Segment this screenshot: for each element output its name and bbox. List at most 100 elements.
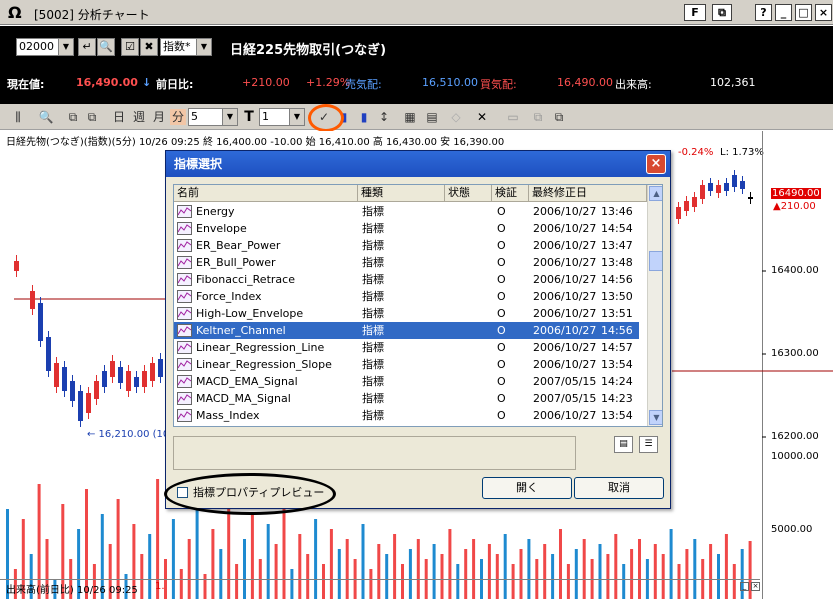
row-type: 指標 bbox=[362, 307, 384, 320]
list-item[interactable]: Force_Index 指標 O 2006/10/27 13:50 bbox=[174, 288, 639, 305]
list-item[interactable]: Mass_Index 指標 O 2006/10/27 13:54 bbox=[174, 407, 639, 424]
row-date: 2006/10/27 bbox=[533, 307, 597, 320]
row-time: 13:48 bbox=[601, 256, 633, 269]
enter-icon[interactable]: ↵ bbox=[78, 38, 96, 56]
period-minute[interactable]: 分 bbox=[170, 109, 186, 125]
checkbox-icon[interactable]: ☑ bbox=[121, 38, 139, 56]
row-time: 13:54 bbox=[601, 358, 633, 371]
minimize-button[interactable]: _ bbox=[775, 4, 792, 21]
row-time: 14:56 bbox=[601, 324, 633, 337]
minute-select[interactable]: 5 ▼ bbox=[188, 108, 238, 126]
description-box bbox=[173, 436, 576, 470]
cancel-button[interactable]: 取消 bbox=[574, 477, 664, 499]
col-name[interactable]: 名前 bbox=[174, 185, 358, 202]
candle bbox=[676, 207, 681, 219]
search-icon[interactable]: 🔍 bbox=[97, 38, 115, 56]
row-name: MACD_EMA_Signal bbox=[196, 375, 298, 388]
prev-change-value: +210.00 bbox=[242, 76, 290, 89]
export-icon[interactable]: ⧉ bbox=[551, 109, 567, 125]
row-time: 13:46 bbox=[601, 205, 633, 218]
list-item[interactable]: MACD_MA_Signal 指標 O 2007/05/15 14:23 bbox=[174, 390, 639, 407]
list-item[interactable]: ER_Bear_Power 指標 O 2006/10/27 13:47 bbox=[174, 237, 639, 254]
copy-icon[interactable]: ⧉ bbox=[65, 109, 81, 125]
candle bbox=[716, 185, 721, 193]
indicator-icon bbox=[177, 409, 192, 422]
row-date: 2006/10/27 bbox=[533, 324, 597, 337]
volume-label: 出来高: bbox=[615, 78, 652, 91]
col-status[interactable]: 状態 bbox=[445, 185, 492, 202]
candle bbox=[684, 201, 689, 211]
indicator-icon bbox=[177, 239, 192, 252]
volume-header: 出来高(前日比) 10/26 09:25 bbox=[6, 585, 138, 596]
type-select[interactable]: 指数* ▼ bbox=[160, 38, 212, 56]
scroll-down-icon[interactable]: ▼ bbox=[649, 410, 662, 425]
row-time: 14:23 bbox=[601, 392, 633, 405]
view-detail-icon[interactable]: ▤ bbox=[614, 436, 633, 453]
copy-window-button[interactable]: ⧉ bbox=[712, 4, 732, 21]
list-scrollbar[interactable]: ▲ ▼ bbox=[647, 185, 662, 426]
row-type: 指標 bbox=[362, 324, 384, 337]
candle bbox=[62, 367, 67, 391]
line-width-value: 1 bbox=[262, 110, 269, 123]
current-price-label: 現在値: bbox=[7, 78, 45, 91]
sort-icon[interactable]: ↕ bbox=[376, 109, 392, 125]
period-week[interactable]: 週 bbox=[131, 109, 147, 125]
row-date: 2006/10/27 bbox=[533, 239, 597, 252]
list-item[interactable]: ER_Bull_Power 指標 O 2006/10/27 13:48 bbox=[174, 254, 639, 271]
open-button[interactable]: 開く bbox=[482, 477, 572, 499]
row-name: ER_Bull_Power bbox=[196, 256, 276, 269]
candle bbox=[724, 183, 729, 191]
settings-icon[interactable]: ▤ bbox=[424, 109, 440, 125]
clear-icon[interactable]: ✖ bbox=[140, 38, 158, 56]
code-select[interactable]: 02000 ▼ bbox=[16, 38, 74, 56]
list-item[interactable]: Envelope 指標 O 2006/10/27 14:54 bbox=[174, 220, 639, 237]
period-day[interactable]: 日 bbox=[111, 109, 127, 125]
dialog-close-button[interactable]: × bbox=[646, 154, 666, 174]
list-item[interactable]: Linear_Regression_Slope 指標 O 2006/10/27 13:5… bbox=[174, 356, 639, 373]
list-item[interactable]: MACD_EMA_Signal 指標 O 2007/05/15 14:24 bbox=[174, 373, 639, 390]
y-label-16300: 16300.00 bbox=[771, 348, 819, 359]
col-modified[interactable]: 最終修正日 bbox=[529, 185, 647, 202]
row-type: 指標 bbox=[362, 341, 384, 354]
save-icon[interactable]: ▭ bbox=[505, 109, 521, 125]
list-item[interactable]: Fibonacci_Retrace 指標 O 2006/10/27 14:56 bbox=[174, 271, 639, 288]
bid-label: 買気配: bbox=[480, 78, 517, 91]
copy-disabled-icon[interactable]: ⧉ bbox=[530, 109, 546, 125]
indicator-icon bbox=[177, 358, 192, 371]
scroll-up-icon[interactable]: ▲ bbox=[649, 186, 662, 201]
dialog-title: 指標選択 bbox=[166, 151, 670, 177]
row-type: 指標 bbox=[362, 239, 384, 252]
scroll-thumb[interactable] bbox=[649, 251, 662, 271]
chevron-down-icon: ▼ bbox=[222, 109, 237, 125]
volume-value: 102,361 bbox=[710, 76, 756, 89]
line-width-select[interactable]: 1 ▼ bbox=[259, 108, 305, 126]
close-button[interactable]: × bbox=[815, 4, 832, 21]
f-button[interactable]: F bbox=[684, 4, 706, 21]
bar-chart-alt-icon[interactable]: ▮ bbox=[356, 109, 372, 125]
type-select-value: 指数* bbox=[163, 40, 191, 53]
zoom-icon[interactable]: 🔍 bbox=[38, 109, 54, 125]
maximize-button[interactable]: □ bbox=[795, 4, 812, 21]
col-verified[interactable]: 検証 bbox=[492, 185, 529, 202]
panel-minimize-icon[interactable]: _ bbox=[740, 582, 749, 591]
list-item[interactable]: Linear_Regression_Line 指標 O 2006/10/27 14:57 bbox=[174, 339, 639, 356]
eraser-icon[interactable]: ◇ bbox=[448, 109, 464, 125]
help-button[interactable]: ? bbox=[755, 4, 772, 21]
list-item[interactable]: High-Low_Envelope 指標 O 2006/10/27 13:51 bbox=[174, 305, 639, 322]
minute-select-value: 5 bbox=[191, 110, 198, 123]
delete-icon[interactable]: ✕ bbox=[474, 109, 490, 125]
low-marker: ← 16,210.00 (10/ bbox=[87, 429, 173, 440]
row-time: 14:56 bbox=[601, 273, 633, 286]
text-tool-icon[interactable]: T bbox=[241, 109, 257, 125]
col-type[interactable]: 種類 bbox=[358, 185, 445, 202]
candle-icon[interactable]: ⫼ bbox=[10, 109, 26, 125]
view-list-icon[interactable]: ☰ bbox=[639, 436, 658, 453]
paste-icon[interactable]: ⧉ bbox=[84, 109, 100, 125]
grid-icon[interactable]: ▦ bbox=[402, 109, 418, 125]
row-date: 2006/10/27 bbox=[533, 205, 597, 218]
list-item[interactable]: Keltner_Channel 指標 O 2006/10/27 14:56 bbox=[174, 322, 639, 339]
list-item[interactable]: Energy 指標 O 2006/10/27 13:46 bbox=[174, 203, 639, 220]
panel-close-icon[interactable]: × bbox=[751, 582, 760, 591]
period-month[interactable]: 月 bbox=[151, 109, 167, 125]
candle bbox=[126, 371, 131, 391]
